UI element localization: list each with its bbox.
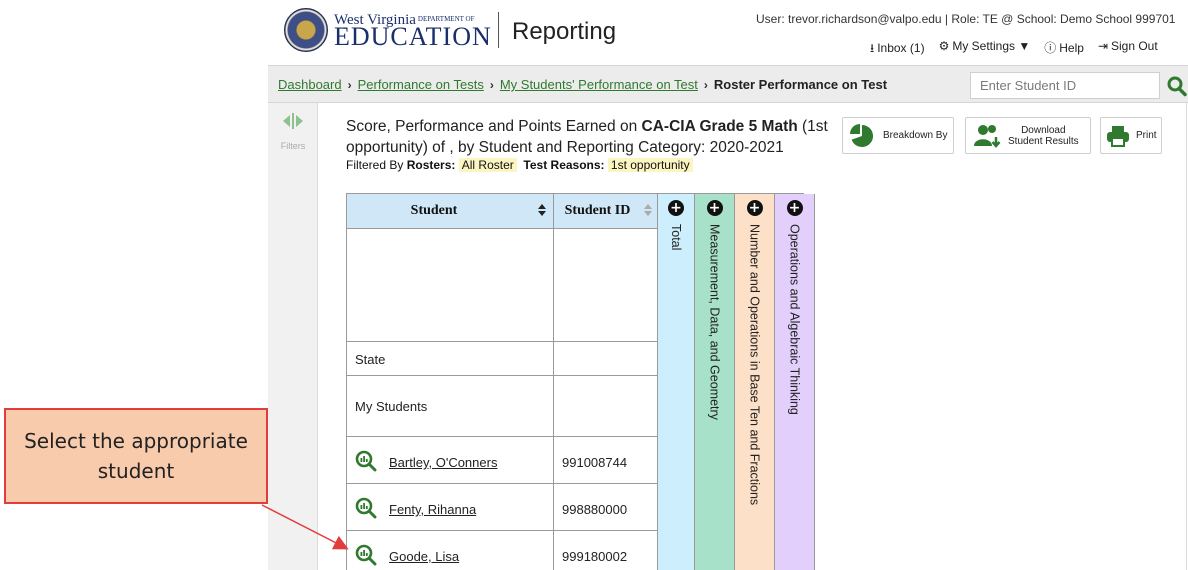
state-id-cell <box>554 342 658 376</box>
app-title: Reporting <box>512 18 617 45</box>
category-column-number-operations: + Number and Operations in Base Ten and … <box>735 194 775 570</box>
table-row: Bartley, O'Conners <box>346 437 554 484</box>
printer-icon <box>1107 125 1129 147</box>
inbox-link[interactable]: ⭳ Inbox (1) <box>870 39 925 60</box>
breadcrumb-separator: › <box>489 78 494 92</box>
breadcrumb-my-students-performance[interactable]: My Students' Performance on Test <box>500 77 698 92</box>
report-title: Score, Performance and Points Earned on … <box>346 118 828 156</box>
expand-plus-icon[interactable]: + <box>706 200 723 216</box>
table-row: Goode, Lisa <box>346 531 554 570</box>
sort-icon[interactable] <box>643 203 653 217</box>
help-icon: ⓘ <box>1044 41 1057 55</box>
search-icon[interactable] <box>1166 72 1188 99</box>
my-students-row: My Students <box>346 376 554 437</box>
expand-plus-icon[interactable]: + <box>668 200 684 216</box>
breadcrumb-performance-on-tests[interactable]: Performance on Tests <box>358 77 484 92</box>
category-label: Total <box>669 224 683 251</box>
signout-link[interactable]: ⇥ Sign Out <box>1098 39 1158 60</box>
header-spacer-cell <box>554 229 658 342</box>
breadcrumb-current: Roster Performance on Test <box>713 77 888 92</box>
breadcrumb-bar: Dashboard › Performance on Tests › My Studen… <box>268 65 1188 103</box>
filters-rail[interactable]: Filters <box>268 103 318 570</box>
student-id-input[interactable] <box>970 72 1160 99</box>
state-seal-logo <box>284 8 328 52</box>
student-id-cell: 998880000 <box>554 484 658 531</box>
user-info: User: trevor.richardson@valpo.edu | Role… <box>756 12 1176 26</box>
student-link[interactable]: Goode, Lisa <box>389 549 459 564</box>
category-column-total: + Total <box>658 194 695 570</box>
state-row: State <box>346 342 554 376</box>
breadcrumb-dashboard[interactable]: Dashboard <box>278 77 342 92</box>
student-id-cell: 999180002 <box>554 531 658 570</box>
roster-filter-value: All Roster <box>458 158 517 172</box>
header: West Virginia DEPARTMENT OF EDUCATION Rep… <box>268 0 1188 60</box>
settings-link[interactable]: ⚙ My Settings ▼ <box>939 39 1031 60</box>
student-report-icon[interactable] <box>355 450 377 472</box>
breakdown-by-button[interactable]: Breakdown By <box>842 117 954 154</box>
student-link[interactable]: Fenty, Rihanna <box>389 502 476 517</box>
student-id-column-header[interactable]: Student ID <box>554 194 658 229</box>
users-download-icon <box>974 124 1001 148</box>
logo-divider <box>498 12 499 48</box>
student-column-header[interactable]: Student <box>346 194 554 229</box>
breadcrumb-separator: › <box>703 78 708 92</box>
header-spacer-cell <box>346 229 554 342</box>
category-column-measurement: + Measurement, Data, and Geometry <box>695 194 735 570</box>
expand-plus-icon[interactable]: + <box>746 200 763 216</box>
test-reason-filter-value: 1st opportunity <box>607 158 693 172</box>
panel-divider <box>1186 103 1187 570</box>
instruction-callout: Select the appropriate student <box>4 408 268 504</box>
breadcrumb: Dashboard › Performance on Tests › My Studen… <box>278 77 887 92</box>
gear-icon: ⚙ <box>938 39 950 53</box>
my-students-id-cell <box>554 376 658 437</box>
student-report-icon[interactable] <box>355 544 377 566</box>
logo-education: EDUCATION <box>334 22 492 51</box>
app-window: West Virginia DEPARTMENT OF EDUCATION Rep… <box>0 0 1188 570</box>
header-toolbar: ⭳ Inbox (1) ⚙ My Settings ▼ ⓘ Help ⇥ Sign Ou… <box>870 39 1158 60</box>
category-label: Measurement, Data, and Geometry <box>707 224 722 420</box>
print-button[interactable]: Print <box>1100 117 1162 154</box>
table-row: Fenty, Rihanna <box>346 484 554 531</box>
roster-table: Student Student ID State My Students Bar… <box>346 193 815 570</box>
category-column-algebraic: + Operations and Algebraic Thinking <box>775 194 815 570</box>
student-id-cell: 991008744 <box>554 437 658 484</box>
signout-icon: ⇥ <box>1097 39 1108 53</box>
category-label: Number and Operations in Base Ten and Fr… <box>747 224 762 506</box>
filters-label: Filters <box>280 141 306 151</box>
expand-plus-icon[interactable]: + <box>786 200 803 216</box>
download-student-results-button[interactable]: Download Student Results <box>965 117 1091 154</box>
student-link[interactable]: Bartley, O'Conners <box>389 455 497 470</box>
expand-filters-icon[interactable] <box>280 112 306 130</box>
pie-chart-icon <box>850 123 873 147</box>
inbox-download-icon: ⭳ <box>870 41 875 55</box>
student-report-icon[interactable] <box>355 497 377 519</box>
help-link[interactable]: ⓘ Help <box>1044 39 1084 60</box>
breadcrumb-separator: › <box>347 78 352 92</box>
category-label: Operations and Algebraic Thinking <box>787 224 802 415</box>
filter-summary: Filtered By Rosters: All Roster Test Rea… <box>346 158 693 172</box>
